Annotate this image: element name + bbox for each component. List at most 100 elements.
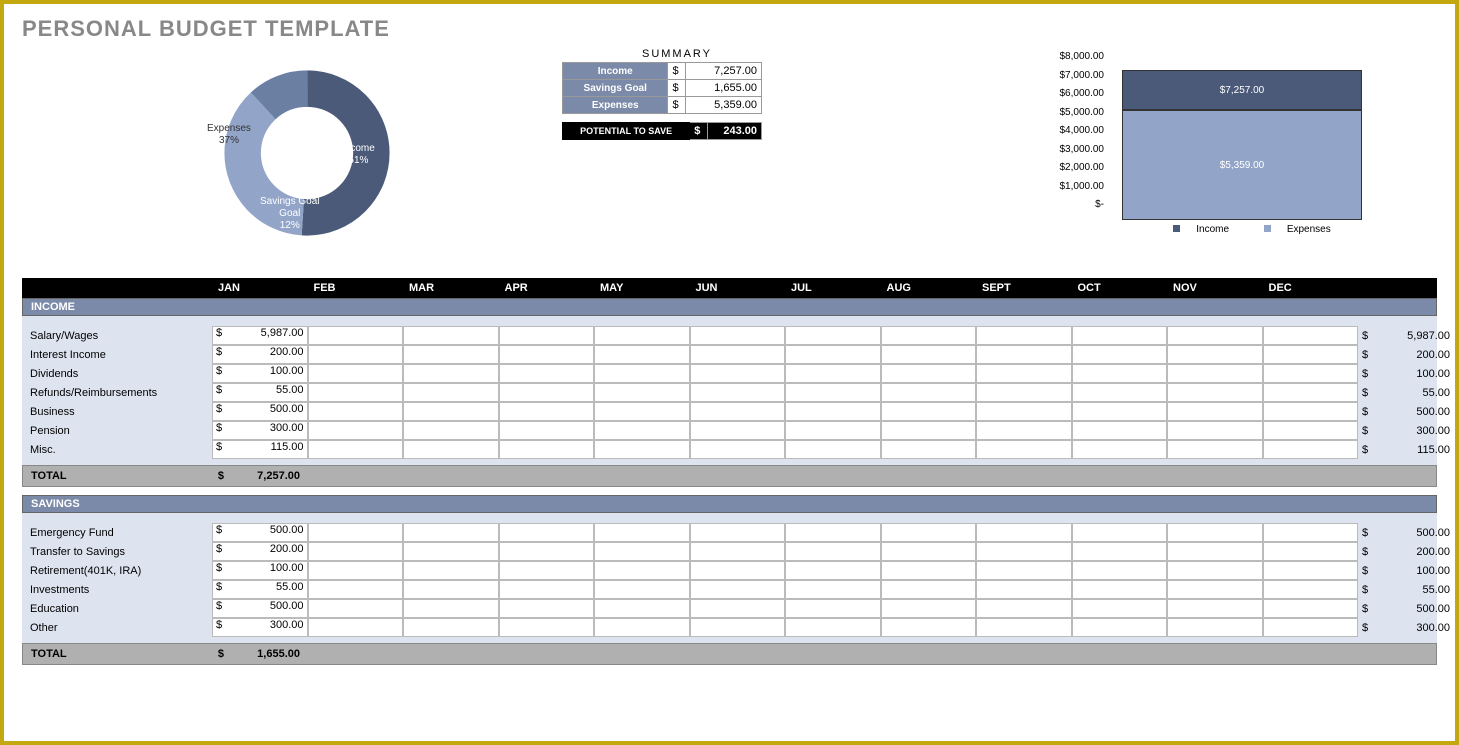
cell-input[interactable]	[976, 523, 1072, 542]
cell-input[interactable]	[308, 542, 404, 561]
cell-input[interactable]	[881, 421, 977, 440]
cell-input[interactable]	[1072, 345, 1168, 364]
cell-input[interactable]: $100.00	[212, 364, 308, 383]
cell-input[interactable]	[881, 561, 977, 580]
cell-input[interactable]: $55.00	[212, 580, 308, 599]
cell-input[interactable]	[881, 542, 977, 561]
cell-input[interactable]	[1167, 523, 1263, 542]
cell-input[interactable]	[976, 326, 1072, 345]
cell-input[interactable]	[1072, 383, 1168, 402]
cell-input[interactable]	[1263, 326, 1359, 345]
cell-input[interactable]	[403, 599, 499, 618]
cell-input[interactable]	[403, 523, 499, 542]
cell-input[interactable]	[499, 618, 595, 637]
cell-input[interactable]	[1072, 618, 1168, 637]
cell-input[interactable]	[499, 364, 595, 383]
cell-input[interactable]	[690, 440, 786, 459]
cell-input[interactable]	[785, 618, 881, 637]
cell-input[interactable]	[594, 402, 690, 421]
cell-input[interactable]	[881, 326, 977, 345]
cell-input[interactable]	[690, 421, 786, 440]
cell-input[interactable]	[690, 580, 786, 599]
cell-input[interactable]	[403, 383, 499, 402]
cell-input[interactable]	[403, 618, 499, 637]
cell-input[interactable]	[1072, 364, 1168, 383]
cell-input[interactable]	[690, 326, 786, 345]
cell-input[interactable]	[1167, 599, 1263, 618]
cell-input[interactable]	[308, 421, 404, 440]
cell-input[interactable]	[881, 618, 977, 637]
cell-input[interactable]	[976, 364, 1072, 383]
cell-input[interactable]	[1167, 402, 1263, 421]
cell-input[interactable]	[785, 421, 881, 440]
cell-input[interactable]	[499, 523, 595, 542]
cell-input[interactable]	[499, 383, 595, 402]
cell-input[interactable]	[1072, 561, 1168, 580]
cell-input[interactable]	[785, 345, 881, 364]
cell-input[interactable]	[1167, 421, 1263, 440]
cell-input[interactable]	[1072, 326, 1168, 345]
cell-input[interactable]: $5,987.00	[212, 326, 308, 345]
cell-input[interactable]	[403, 402, 499, 421]
cell-input[interactable]	[785, 383, 881, 402]
cell-input[interactable]	[308, 364, 404, 383]
cell-input[interactable]	[594, 440, 690, 459]
cell-input[interactable]	[403, 345, 499, 364]
cell-input[interactable]	[881, 523, 977, 542]
cell-input[interactable]	[1263, 523, 1359, 542]
cell-input[interactable]	[594, 523, 690, 542]
cell-input[interactable]: $500.00	[212, 523, 308, 542]
cell-input[interactable]	[594, 580, 690, 599]
cell-input[interactable]	[499, 440, 595, 459]
cell-input[interactable]	[976, 402, 1072, 421]
cell-input[interactable]	[308, 402, 404, 421]
cell-input[interactable]	[881, 345, 977, 364]
cell-input[interactable]	[499, 580, 595, 599]
cell-input[interactable]	[1263, 345, 1359, 364]
cell-input[interactable]	[1072, 421, 1168, 440]
cell-input[interactable]	[499, 421, 595, 440]
cell-input[interactable]	[785, 402, 881, 421]
cell-input[interactable]	[881, 364, 977, 383]
cell-input[interactable]	[690, 364, 786, 383]
cell-input[interactable]	[1263, 402, 1359, 421]
cell-input[interactable]	[785, 542, 881, 561]
cell-input[interactable]	[1167, 383, 1263, 402]
cell-input[interactable]	[1167, 580, 1263, 599]
cell-input[interactable]	[499, 326, 595, 345]
cell-input[interactable]	[785, 561, 881, 580]
cell-input[interactable]	[308, 523, 404, 542]
cell-input[interactable]	[308, 599, 404, 618]
cell-input[interactable]	[881, 402, 977, 421]
cell-input[interactable]	[499, 542, 595, 561]
cell-input[interactable]	[1072, 402, 1168, 421]
cell-input[interactable]	[594, 383, 690, 402]
cell-input[interactable]	[976, 542, 1072, 561]
cell-input[interactable]	[403, 326, 499, 345]
cell-input[interactable]	[499, 345, 595, 364]
cell-input[interactable]	[976, 580, 1072, 599]
cell-input[interactable]	[881, 383, 977, 402]
cell-input[interactable]: $100.00	[212, 561, 308, 580]
cell-input[interactable]	[1167, 440, 1263, 459]
cell-input[interactable]	[785, 599, 881, 618]
cell-input[interactable]	[690, 345, 786, 364]
cell-input[interactable]	[403, 440, 499, 459]
cell-input[interactable]	[308, 561, 404, 580]
cell-input[interactable]	[785, 364, 881, 383]
cell-input[interactable]	[499, 599, 595, 618]
cell-input[interactable]	[976, 561, 1072, 580]
cell-input[interactable]	[594, 618, 690, 637]
cell-input[interactable]	[1072, 440, 1168, 459]
cell-input[interactable]	[1167, 542, 1263, 561]
cell-input[interactable]	[594, 326, 690, 345]
cell-input[interactable]	[594, 561, 690, 580]
cell-input[interactable]	[690, 561, 786, 580]
cell-input[interactable]	[976, 383, 1072, 402]
cell-input[interactable]	[1167, 364, 1263, 383]
cell-input[interactable]	[881, 580, 977, 599]
cell-input[interactable]	[1072, 523, 1168, 542]
cell-input[interactable]: $500.00	[212, 402, 308, 421]
cell-input[interactable]	[308, 345, 404, 364]
cell-input[interactable]	[690, 618, 786, 637]
